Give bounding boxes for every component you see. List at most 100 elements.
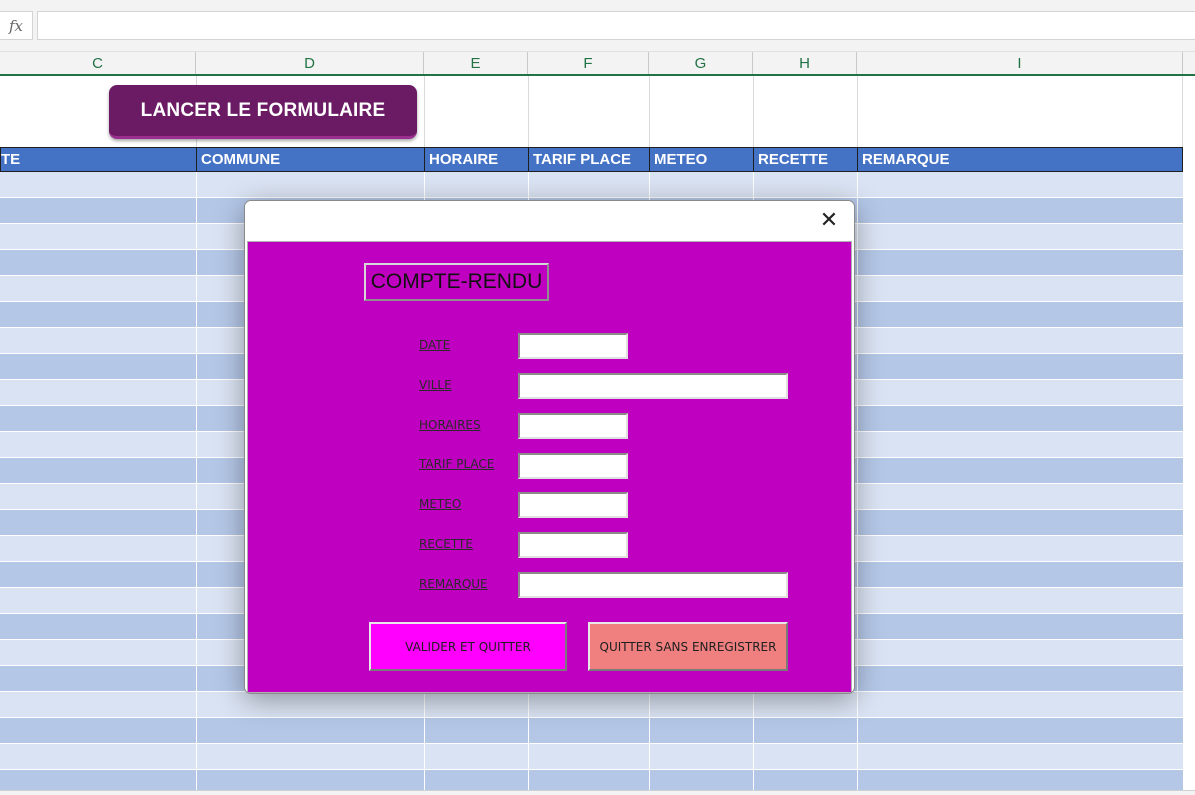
cell-divider bbox=[528, 744, 529, 769]
cell-divider bbox=[528, 692, 529, 717]
cell-divider bbox=[196, 510, 197, 535]
cell-divider bbox=[857, 198, 858, 223]
table-header-remarque[interactable]: REMARQUE bbox=[858, 148, 1182, 171]
recette-label: RECETTE bbox=[419, 537, 473, 551]
cell-divider bbox=[196, 406, 197, 431]
cell-divider bbox=[857, 718, 858, 743]
cell-divider bbox=[528, 172, 529, 197]
cell-divider bbox=[196, 562, 197, 587]
validate-and-quit-button[interactable]: VALIDER ET QUITTER bbox=[369, 622, 567, 671]
cell-divider bbox=[857, 640, 858, 665]
cell-divider bbox=[753, 172, 754, 197]
cell-divider bbox=[857, 250, 858, 275]
launch-form-button[interactable]: LANCER LE FORMULAIRE bbox=[109, 85, 417, 139]
cell-divider bbox=[857, 328, 858, 353]
table-row[interactable] bbox=[0, 172, 1183, 198]
cell-divider bbox=[649, 172, 650, 197]
cell-divider bbox=[196, 250, 197, 275]
ville-label: VILLE bbox=[419, 378, 452, 392]
cell-divider bbox=[424, 692, 425, 717]
table-header-tarif[interactable]: TARIF PLACE bbox=[529, 148, 650, 171]
cell-divider bbox=[857, 692, 858, 717]
cell-divider bbox=[857, 302, 858, 327]
meteo-label: METEO bbox=[419, 497, 462, 511]
cell-divider bbox=[753, 744, 754, 769]
table-row[interactable] bbox=[0, 692, 1183, 718]
cell-divider bbox=[196, 380, 197, 405]
remarque-field[interactable] bbox=[518, 572, 788, 598]
cell-divider bbox=[196, 458, 197, 483]
horaires-field[interactable] bbox=[518, 413, 628, 439]
column-header-g[interactable]: G bbox=[649, 52, 753, 74]
meteo-field[interactable] bbox=[518, 492, 628, 518]
column-header-f[interactable]: F bbox=[528, 52, 649, 74]
cell-divider bbox=[857, 354, 858, 379]
column-header-h[interactable]: H bbox=[753, 52, 857, 74]
cell-divider bbox=[196, 588, 197, 613]
cell-divider bbox=[649, 744, 650, 769]
cell-divider bbox=[857, 276, 858, 301]
cell-divider bbox=[196, 276, 197, 301]
quit-without-saving-button[interactable]: QUITTER SANS ENREGISTRER bbox=[588, 622, 788, 671]
cell-divider bbox=[424, 718, 425, 743]
cell-divider bbox=[857, 484, 858, 509]
cell-divider bbox=[196, 614, 197, 639]
cell-divider bbox=[196, 484, 197, 509]
date-field[interactable] bbox=[518, 333, 628, 359]
close-icon[interactable]: ✕ bbox=[812, 205, 846, 235]
cell-divider bbox=[857, 536, 858, 561]
cell-divider bbox=[196, 536, 197, 561]
cell-divider bbox=[196, 302, 197, 327]
column-header-d[interactable]: D bbox=[196, 52, 424, 74]
table-header-recette[interactable]: RECETTE bbox=[754, 148, 858, 171]
form-title: COMPTE-RENDU bbox=[364, 263, 549, 301]
cell-divider bbox=[528, 718, 529, 743]
table-header-meteo[interactable]: METEO bbox=[650, 148, 754, 171]
sheet-tabs-edge bbox=[0, 790, 1195, 795]
cell-divider bbox=[196, 666, 197, 691]
cell-divider bbox=[857, 510, 858, 535]
cell-divider bbox=[857, 562, 858, 587]
cell-divider bbox=[857, 614, 858, 639]
cell-divider bbox=[649, 718, 650, 743]
table-header-horaire[interactable]: HORAIRE bbox=[425, 148, 529, 171]
cell-divider bbox=[424, 744, 425, 769]
table-row[interactable] bbox=[0, 744, 1183, 770]
remarque-label: REMARQUE bbox=[419, 577, 488, 591]
cell-divider bbox=[857, 744, 858, 769]
cell-divider bbox=[857, 458, 858, 483]
cell-divider bbox=[649, 692, 650, 717]
recette-field[interactable] bbox=[518, 532, 628, 558]
table-header-commune[interactable]: COMMUNE bbox=[197, 148, 425, 171]
userform-dialog: ✕ COMPTE-RENDU DATE VILLE HORAIRES TARIF… bbox=[244, 200, 855, 694]
table-row[interactable] bbox=[0, 718, 1183, 744]
formula-bar: fx bbox=[0, 11, 1195, 42]
ribbon-edge bbox=[0, 0, 1195, 11]
date-label: DATE bbox=[419, 338, 451, 352]
cell-divider bbox=[196, 172, 197, 197]
cell-divider bbox=[196, 328, 197, 353]
cell-divider bbox=[857, 380, 858, 405]
tarif-place-label: TARIF PLACE bbox=[419, 457, 495, 471]
column-header-i[interactable]: I bbox=[857, 52, 1183, 74]
cell-divider bbox=[857, 224, 858, 249]
tarif-place-field[interactable] bbox=[518, 453, 628, 479]
table-header-date[interactable]: TE bbox=[1, 148, 197, 171]
cell-divider bbox=[424, 172, 425, 197]
cell-divider bbox=[753, 718, 754, 743]
insert-function-button[interactable]: fx bbox=[0, 11, 33, 40]
dialog-titlebar[interactable]: ✕ bbox=[245, 201, 854, 239]
column-header-c[interactable]: C bbox=[0, 52, 196, 74]
column-header-e[interactable]: E bbox=[424, 52, 528, 74]
cell-divider bbox=[196, 718, 197, 743]
cell-divider bbox=[196, 224, 197, 249]
cell-divider bbox=[753, 692, 754, 717]
cell-divider bbox=[857, 432, 858, 457]
cell-divider bbox=[196, 744, 197, 769]
cell-divider bbox=[857, 172, 858, 197]
separator bbox=[0, 42, 1195, 52]
dialog-body: COMPTE-RENDU DATE VILLE HORAIRES TARIF P… bbox=[247, 241, 852, 693]
table-header: TE COMMUNE HORAIRE TARIF PLACE METEO REC… bbox=[0, 147, 1183, 172]
ville-field[interactable] bbox=[518, 373, 788, 399]
formula-input[interactable] bbox=[37, 11, 1195, 40]
